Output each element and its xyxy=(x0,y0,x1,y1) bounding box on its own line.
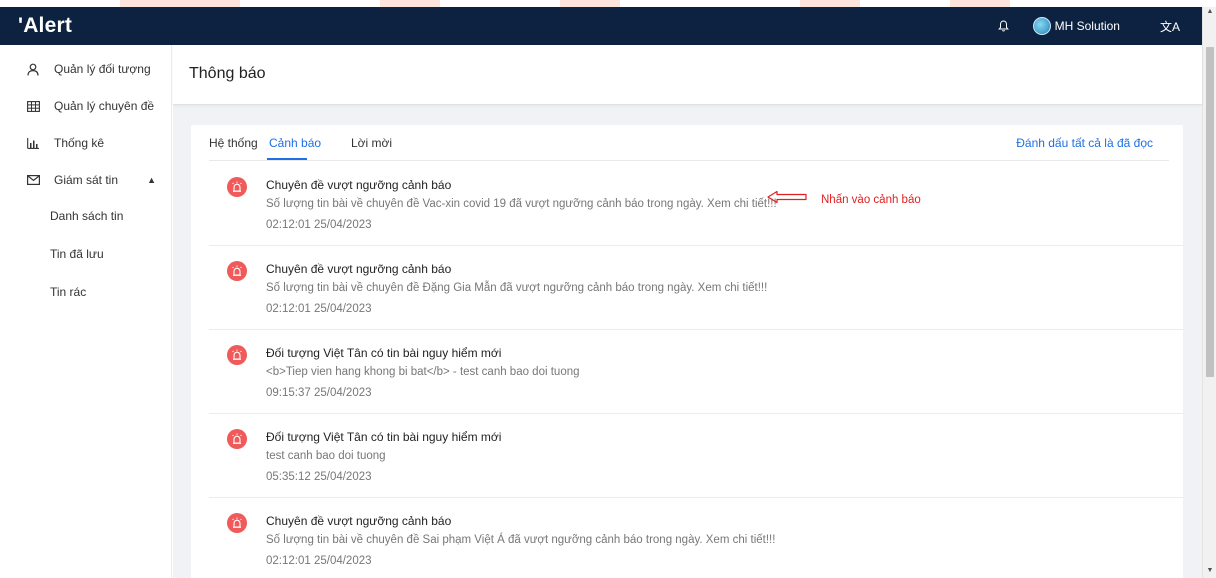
scroll-thumb[interactable] xyxy=(1206,47,1214,377)
annotation-text: Nhấn vào cảnh báo xyxy=(821,193,921,206)
notification-body: test canh bao doi tuong xyxy=(266,450,386,462)
person-icon xyxy=(26,62,40,76)
notification-title: Chuyên đề vượt ngưỡng cảnh báo xyxy=(266,514,452,528)
notification-time: 02:12:01 25/04/2023 xyxy=(266,303,372,315)
notification-body: Số lượng tin bài về chuyên đề Vac-xin co… xyxy=(266,198,777,210)
top-header: 'Alert MH Solution 文A xyxy=(0,7,1202,45)
arrow-left-icon xyxy=(767,190,807,209)
alarm-icon xyxy=(227,429,247,449)
avatar xyxy=(1032,17,1051,35)
tab-canh-bao[interactable]: Cảnh báo xyxy=(269,136,321,150)
header-actions: MH Solution 文A xyxy=(997,7,1202,45)
notification-time: 05:35:12 25/04/2023 xyxy=(266,471,372,483)
decor-band xyxy=(800,0,860,7)
alarm-icon xyxy=(227,177,247,197)
sidebar-item-doi-tuong[interactable]: Quản lý đối tượng xyxy=(0,54,172,84)
translate-icon[interactable]: 文A xyxy=(1160,18,1180,35)
sidebar-item-thong-ke[interactable]: Thống kê xyxy=(0,128,172,158)
notification-title: Đối tượng Việt Tân có tin bài nguy hiểm … xyxy=(266,346,502,360)
scroll-up-arrow-icon[interactable]: ▲ xyxy=(1205,7,1215,17)
sidebar-subitem-danh-sach-tin[interactable]: Danh sách tin xyxy=(50,209,123,223)
annotation-callout: Nhấn vào cảnh báo xyxy=(767,190,921,209)
active-tab-indicator xyxy=(267,158,307,160)
grid-icon xyxy=(26,99,40,113)
sidebar-subitem-tin-rac[interactable]: Tin rác xyxy=(50,285,86,299)
notification-body: Số lượng tin bài về chuyên đề Đặng Gia M… xyxy=(266,282,768,294)
notification-item[interactable]: Đối tượng Việt Tân có tin bài nguy hiểm … xyxy=(209,414,1183,498)
alarm-icon xyxy=(227,513,247,533)
bar-chart-icon xyxy=(26,136,40,150)
notification-title: Chuyên đề vượt ngưỡng cảnh báo xyxy=(266,262,452,276)
notification-title: Đối tượng Việt Tân có tin bài nguy hiểm … xyxy=(266,430,502,444)
notification-title: Chuyên đề vượt ngưỡng cảnh báo xyxy=(266,178,452,192)
decor-band xyxy=(560,0,620,7)
notification-time: 02:12:01 25/04/2023 xyxy=(266,555,372,567)
page-scrollbar[interactable]: ▲ ▼ xyxy=(1202,7,1216,578)
notification-body: <b>Tiep vien hang khong bi bat</b> - tes… xyxy=(266,366,580,378)
sidebar-item-chuyen-de[interactable]: Quản lý chuyên đề xyxy=(0,91,172,121)
mark-all-read-link[interactable]: Đánh dấu tất cả là đã đọc xyxy=(1016,136,1153,150)
notification-item[interactable]: Đối tượng Việt Tân có tin bài nguy hiểm … xyxy=(209,330,1183,414)
decor-band xyxy=(950,0,1010,7)
tab-loi-moi[interactable]: Lời mời xyxy=(351,136,392,150)
alarm-icon xyxy=(227,261,247,281)
main-content: Thông báo Hệ thống Cảnh báo Lời mời Đánh… xyxy=(173,45,1202,578)
notification-time: 09:15:37 25/04/2023 xyxy=(266,387,372,399)
notification-tabs: Hệ thống Cảnh báo Lời mời Đánh dấu tất c… xyxy=(209,125,1169,161)
chevron-up-icon[interactable]: ▲ xyxy=(147,175,156,185)
sidebar-item-giam-sat-tin[interactable]: Giám sát tin ▲ xyxy=(0,165,172,195)
mail-icon xyxy=(26,173,40,187)
sidebar-item-label: Quản lý đối tượng xyxy=(54,62,151,76)
decor-band xyxy=(120,0,240,7)
user-name: MH Solution xyxy=(1054,19,1120,33)
sidebar-item-label: Giám sát tin xyxy=(54,173,119,187)
notification-time: 02:12:01 25/04/2023 xyxy=(266,219,372,231)
app-logo[interactable]: 'Alert xyxy=(18,14,72,38)
notification-item[interactable]: Chuyên đề vượt ngưỡng cảnh báo Số lượng … xyxy=(209,246,1183,330)
notification-item[interactable]: Chuyên đề vượt ngưỡng cảnh báo Số lượng … xyxy=(209,162,1183,246)
tab-he-thong[interactable]: Hệ thống xyxy=(209,136,258,150)
decor-band xyxy=(380,0,440,7)
notification-body: Số lượng tin bài về chuyên đề Sai phạm V… xyxy=(266,534,776,546)
notification-item[interactable]: Chuyên đề vượt ngưỡng cảnh báo Số lượng … xyxy=(209,498,1183,578)
sidebar: Quản lý đối tượng Quản lý chuyên đề Thốn… xyxy=(0,45,172,578)
alarm-icon xyxy=(227,345,247,365)
page-title-bar: Thông báo xyxy=(173,45,1202,105)
sidebar-item-label: Quản lý chuyên đề xyxy=(54,99,155,113)
scroll-down-arrow-icon[interactable]: ▼ xyxy=(1205,566,1215,576)
bell-icon[interactable] xyxy=(997,19,1011,33)
notifications-card: Hệ thống Cảnh báo Lời mời Đánh dấu tất c… xyxy=(191,125,1183,578)
top-decorative-strip xyxy=(0,0,1216,7)
page-title: Thông báo xyxy=(189,65,266,82)
sidebar-item-label: Thống kê xyxy=(54,136,105,150)
user-menu[interactable]: MH Solution xyxy=(1032,17,1120,35)
sidebar-subitem-tin-da-luu[interactable]: Tin đã lưu xyxy=(50,247,104,261)
